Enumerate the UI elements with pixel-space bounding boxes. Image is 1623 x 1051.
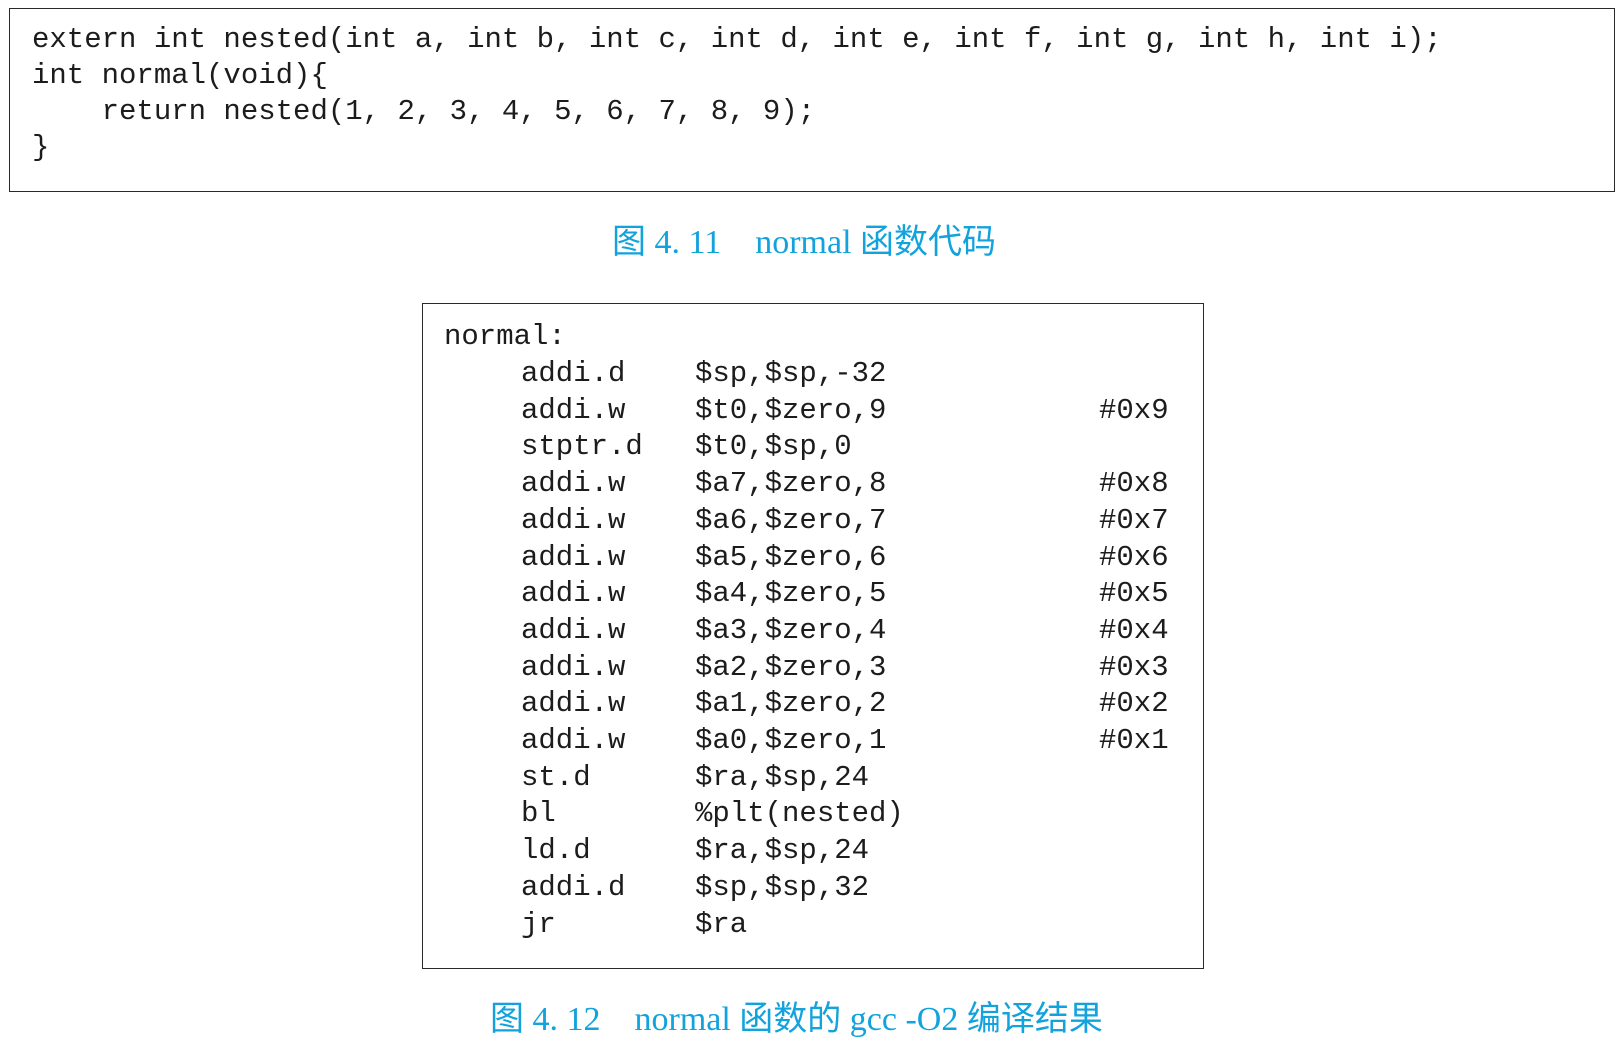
asm-opcode: bl xyxy=(521,797,556,830)
asm-operands: $a7,$zero,8 xyxy=(695,467,887,500)
asm-operands: $a3,$zero,4 xyxy=(695,614,887,647)
asm-operands: $ra,$sp,24 xyxy=(695,834,870,867)
asm-comment: #0x2 xyxy=(1099,687,1169,720)
figure-4-11-caption: 图 4. 11 normal 函数代码 xyxy=(612,224,997,261)
asm-opcode: addi.w xyxy=(521,467,626,500)
asm-comment: #0x7 xyxy=(1099,504,1169,537)
asm-opcode: addi.w xyxy=(521,577,626,610)
asm-opcode: addi.w xyxy=(521,394,626,427)
asm-operands: $a1,$zero,2 xyxy=(695,687,887,720)
asm-operands: $t0,$sp,0 xyxy=(695,430,852,463)
asm-opcode: addi.w xyxy=(521,504,626,537)
asm-comment: #0x5 xyxy=(1099,577,1169,610)
asm-operands: %plt(nested) xyxy=(695,797,904,830)
asm-label-normal: normal: xyxy=(444,320,566,353)
asm-opcode: jr xyxy=(521,908,556,941)
asm-operands: $a4,$zero,5 xyxy=(695,577,887,610)
asm-opcode: addi.w xyxy=(521,541,626,574)
asm-opcode: addi.d xyxy=(521,871,626,904)
asm-operands: $ra,$sp,24 xyxy=(695,761,870,794)
c-code-line-2: int normal(void){ xyxy=(32,59,328,92)
asm-opcode: stptr.d xyxy=(521,430,643,463)
asm-operands: $a2,$zero,3 xyxy=(695,651,887,684)
asm-opcode: addi.w xyxy=(521,687,626,720)
asm-comment: #0x4 xyxy=(1099,614,1169,647)
asm-operands: $ra xyxy=(695,908,748,941)
asm-opcode: addi.w xyxy=(521,651,626,684)
asm-opcode: ld.d xyxy=(521,834,591,867)
asm-opcode: addi.w xyxy=(521,724,626,757)
asm-comment: #0x6 xyxy=(1099,541,1169,574)
asm-operands: $sp,$sp,32 xyxy=(695,871,870,904)
asm-comment: #0x8 xyxy=(1099,467,1169,500)
figure-4-12-caption: 图 4. 12 normal 函数的 gcc -O2 编译结果 xyxy=(490,1001,1103,1038)
asm-operands: $a0,$zero,1 xyxy=(695,724,887,757)
asm-operands: $a5,$zero,6 xyxy=(695,541,887,574)
asm-opcode: addi.w xyxy=(521,614,626,647)
asm-comment: #0x3 xyxy=(1099,651,1169,684)
c-code-line-1: extern int nested(int a, int b, int c, i… xyxy=(32,23,1442,56)
asm-comment: #0x1 xyxy=(1099,724,1169,757)
asm-operands: $t0,$zero,9 xyxy=(695,394,887,427)
asm-operands: $sp,$sp,-32 xyxy=(695,357,887,390)
asm-opcode: addi.d xyxy=(521,357,626,390)
asm-opcode: st.d xyxy=(521,761,591,794)
asm-comment: #0x9 xyxy=(1099,394,1169,427)
c-code-line-3: return nested(1, 2, 3, 4, 5, 6, 7, 8, 9)… xyxy=(32,95,816,128)
c-code-line-4: } xyxy=(32,131,50,164)
asm-operands: $a6,$zero,7 xyxy=(695,504,887,537)
